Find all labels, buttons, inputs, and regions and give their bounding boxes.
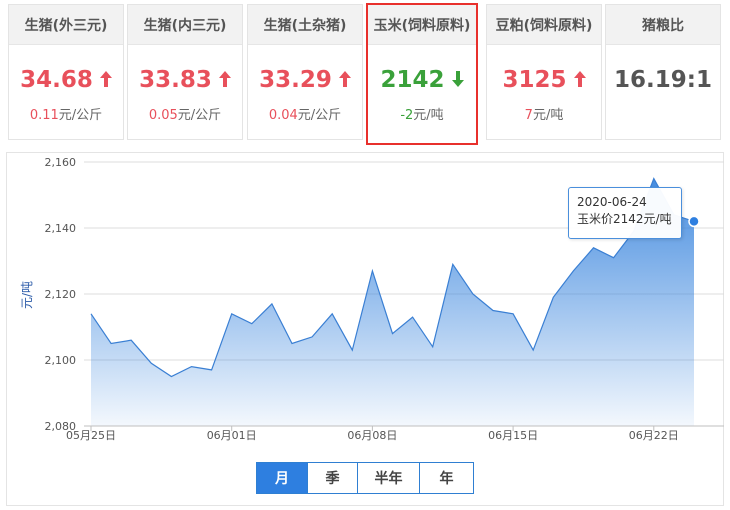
y-tick-label: 2,160: [45, 156, 77, 169]
x-tick-label: 06月15日: [488, 429, 538, 442]
x-tick-label: 05月25日: [66, 429, 116, 442]
y-tick-label: 2,120: [45, 288, 77, 301]
x-tick-label: 06月22日: [629, 429, 679, 442]
tooltip-value: 玉米价2142元/吨: [577, 212, 672, 226]
y-axis-label: 元/吨: [20, 281, 34, 309]
tab-half-year[interactable]: 半年: [357, 463, 419, 493]
y-tick-label: 2,140: [45, 222, 77, 235]
period-tabs: 月 季 半年 年: [256, 462, 474, 494]
y-tick-label: 2,100: [45, 354, 77, 367]
chart-tooltip: 2020-06-24 玉米价2142元/吨: [568, 187, 682, 239]
highlight-point: [688, 215, 700, 228]
tab-year[interactable]: 年: [419, 463, 473, 493]
tab-month[interactable]: 月: [257, 463, 307, 493]
x-tick-label: 06月08日: [347, 429, 397, 442]
x-tick-label: 06月01日: [207, 429, 257, 442]
tooltip-date: 2020-06-24: [577, 195, 647, 209]
tab-quarter[interactable]: 季: [307, 463, 357, 493]
